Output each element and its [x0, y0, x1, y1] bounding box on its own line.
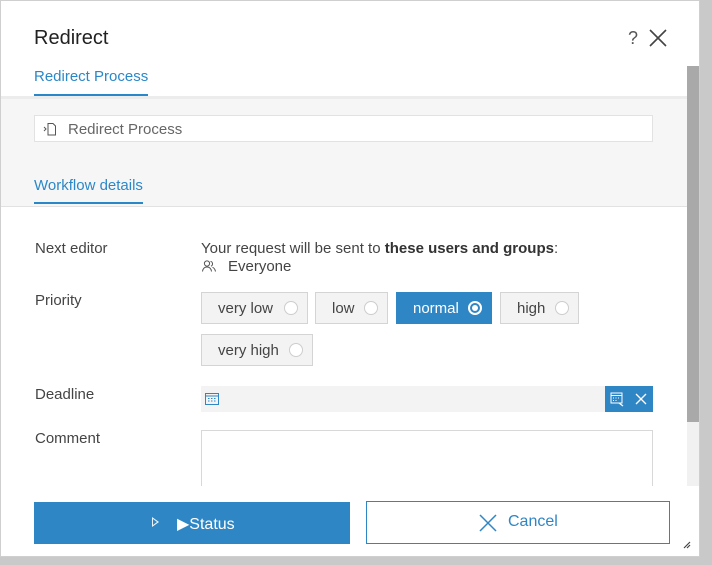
help-button[interactable]: ?: [628, 28, 638, 49]
cancel-button[interactable]: Cancel: [366, 501, 670, 544]
next-editor-label: Next editor: [35, 240, 108, 257]
clear-deadline-button[interactable]: [629, 386, 653, 412]
priority-option-label: low: [332, 299, 355, 317]
radio-icon: [289, 343, 303, 357]
scrollbar-thumb[interactable]: [687, 66, 699, 422]
priority-label: Priority: [35, 292, 82, 309]
priority-very-high[interactable]: very high: [201, 334, 313, 366]
group-icon: [202, 260, 216, 272]
priority-option-label: very high: [218, 341, 279, 359]
status-button[interactable]: ▶Status: [34, 502, 350, 544]
priority-normal[interactable]: normal: [396, 292, 492, 324]
deadline-input[interactable]: [201, 386, 653, 412]
tab-redirect-process[interactable]: Redirect Process: [34, 68, 149, 96]
comment-label: Comment: [35, 430, 101, 447]
clear-icon: [635, 393, 647, 405]
priority-high[interactable]: high: [500, 292, 579, 324]
priority-option-label: very low: [218, 299, 274, 317]
dialog-title: Redirect: [34, 27, 109, 49]
users-groups-link[interactable]: these users and groups: [385, 240, 554, 257]
process-field-value: Redirect Process: [68, 121, 183, 138]
priority-option-label: high: [517, 299, 546, 317]
recipient-entry: Everyone: [201, 258, 291, 275]
resize-handle-icon[interactable]: [681, 539, 691, 549]
priority-low[interactable]: low: [315, 292, 388, 324]
deadline-label: Deadline: [35, 386, 95, 403]
close-icon: [479, 514, 497, 532]
document-icon: [43, 123, 56, 136]
calendar-icon: [205, 393, 219, 405]
radio-icon: [364, 301, 378, 315]
recipient-name: Everyone: [228, 258, 292, 275]
radio-selected-icon: [468, 301, 482, 315]
info-prefix: Your request will be sent to: [201, 240, 385, 257]
status-button-label: ▶Status: [177, 516, 235, 533]
info-suffix: :: [553, 240, 559, 257]
radio-icon: [555, 301, 569, 315]
play-icon: [152, 517, 159, 527]
recipient-info: Your request will be sent to these users…: [201, 240, 558, 257]
close-icon[interactable]: [649, 29, 667, 47]
calendar-edit-icon: [610, 392, 624, 407]
workflow-divider: [1, 206, 687, 207]
redirect-dialog: Redirect ? Redirect Process Redirect Pro…: [0, 0, 700, 557]
radio-icon: [284, 301, 298, 315]
process-field[interactable]: Redirect Process: [34, 115, 653, 142]
tab-workflow-details[interactable]: Workflow details: [34, 177, 143, 204]
cancel-button-label: Cancel: [508, 513, 558, 530]
priority-very-low[interactable]: very low: [201, 292, 308, 324]
priority-option-label: normal: [413, 299, 459, 317]
date-picker-button[interactable]: [605, 386, 629, 412]
